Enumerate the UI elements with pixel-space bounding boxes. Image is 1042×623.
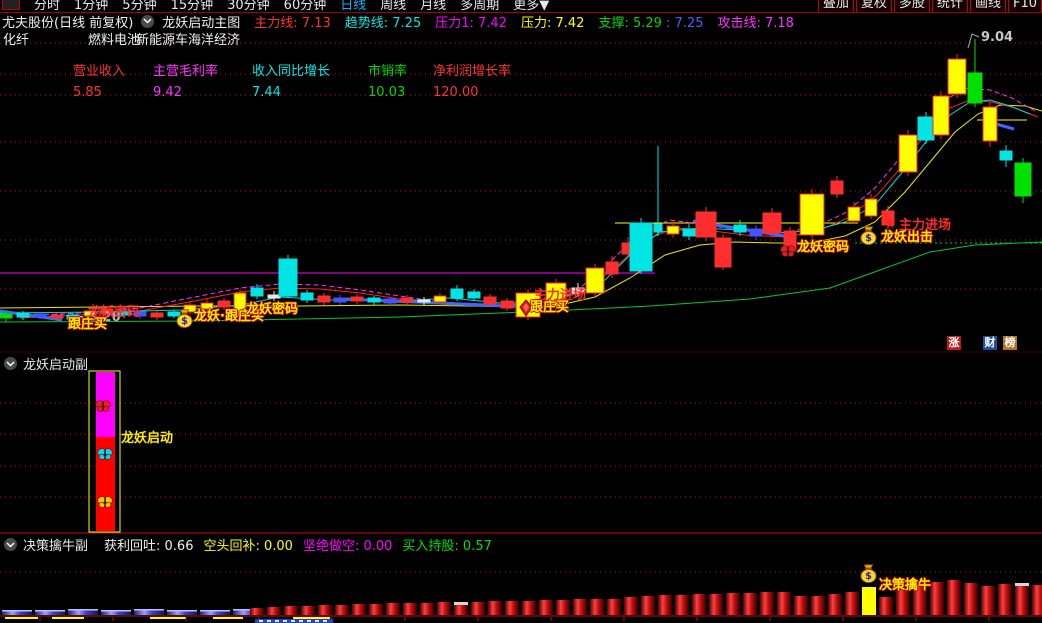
money-bag-icon: $ (860, 564, 877, 586)
metric-value: 10.03 (368, 85, 406, 100)
date-strip-text (267, 620, 271, 622)
toolbar-button-复权[interactable]: 复权 (855, 0, 892, 12)
star-icon: ★ (884, 216, 897, 232)
metric-label: 净利润增长率 (433, 64, 512, 79)
money-bag-icon: $ (860, 226, 877, 248)
financial-metric-收入同比增长: 收入同比增长 7.44 (252, 60, 330, 100)
metric-value: 120.00 (433, 85, 479, 100)
svg-text:$: $ (865, 233, 872, 244)
toolbar-button-F10[interactable]: F10 (1007, 0, 1042, 12)
panel3-stat-空头回补: 空头回补: 0.00 (203, 539, 293, 554)
sector-tag-化纤[interactable]: 化纤 (3, 29, 29, 48)
metric-value: 7.44 (252, 85, 281, 100)
yellow-mark (150, 617, 186, 619)
svg-text:$: $ (865, 571, 872, 582)
sector-tag-新能源车[interactable]: 新能源车 (136, 29, 188, 48)
date-strip-text (291, 620, 295, 622)
financial-metric-主营毛利率: 主营毛利率 9.42 (153, 60, 218, 100)
panel3-stat-坚绝做空: 坚绝做空: 0.00 (302, 539, 393, 554)
indicator-value-趋势线: 趋势线: 7.25 (344, 15, 422, 31)
panel2-title: 龙妖启动副 (23, 358, 89, 373)
date-strip-text (299, 620, 303, 622)
metric-label: 收入同比增长 (252, 64, 331, 79)
trading-app-window: 分时 1分钟 5分钟 15分钟 30分钟 60分钟 日线 周线 月线 多周期 更多▼ 叠加 复权 多股统… (0, 0, 1042, 623)
date-strip-text (259, 620, 263, 622)
sector-tag-燃料电池[interactable]: 燃料电池 (88, 29, 140, 48)
toolbar-button-叠加[interactable]: 叠加 (817, 0, 854, 12)
yellow-mark (52, 617, 84, 619)
financial-metric-净利润增长率: 净利润增长率 120.00 (433, 60, 511, 100)
panel2-header: 龙妖启动副 (4, 354, 88, 373)
yellow-mark (5, 617, 38, 619)
date-strip-text (323, 620, 327, 622)
chevron-down-icon[interactable] (141, 14, 155, 28)
panel3-stat-获利回吐: 获利回吐: 0.66 (104, 539, 194, 554)
metric-value: 5.85 (73, 85, 102, 100)
quick-link-榜[interactable]: 榜 (1003, 336, 1017, 350)
app-grid-icon[interactable] (2, 0, 20, 10)
date-strip-text (275, 620, 279, 622)
panel3-header: 决策擒牛副 获利回吐: 0.66 空头回补: 0.00 坚绝做空: 0.00 买入持股… (4, 535, 492, 554)
date-strip-text (307, 620, 311, 622)
financial-metric-市销率: 市销率 10.03 (368, 60, 407, 100)
chart-annotation: 龙妖密码 (246, 302, 299, 317)
metric-label: 主营毛利率 (153, 64, 219, 79)
metric-value: 9.42 (153, 85, 182, 100)
panel2-chart-area[interactable] (0, 371, 1042, 531)
chevron-down-icon[interactable] (4, 538, 17, 551)
indicator-value-压力1: 压力1: 7.42 (435, 15, 507, 31)
panel2-signal-label: 龙妖启动 (121, 431, 174, 446)
quick-link-财[interactable]: 财 (983, 336, 997, 350)
indicator-value-支撑: 支撑: 5.29 : 7.25 (598, 15, 704, 31)
indicator-value-压力: 压力: 7.42 (520, 15, 585, 31)
toolbar-button-统计[interactable]: 统计 (931, 0, 968, 12)
date-strip-text (315, 620, 319, 622)
butterfly-icon (780, 245, 796, 257)
yellow-mark (213, 617, 243, 619)
indicator-value-主力线: 主力线: 7.13 (254, 15, 331, 31)
chart-annotation: 决策擒牛 (879, 578, 932, 593)
date-strip[interactable] (255, 619, 333, 623)
sector-tag-海洋经济[interactable]: 海洋经济 (188, 29, 240, 48)
chevron-down-icon[interactable] (4, 357, 17, 370)
stock-title: 尤夫股份(日线 前复权) (2, 15, 134, 31)
chart-annotation: 9.04 (981, 30, 1014, 45)
yellow-mark (293, 617, 330, 619)
chart-annotation: 跟庄买 (530, 300, 570, 315)
quick-link-涨[interactable]: 涨 (947, 336, 961, 350)
financial-metric-营业收入: 营业收入 5.85 (73, 60, 125, 100)
indicator-name: 龙妖启动主图 (162, 15, 241, 31)
chart-annotation: 主力进场 (899, 218, 952, 233)
chart-annotation: 龙妖密码 (797, 240, 850, 255)
indicator-value-攻击线: 攻击线: 7.18 (717, 15, 794, 31)
metric-label: 营业收入 (73, 64, 126, 79)
panel3-stat-买入持股: 买入持股: 0.57 (402, 539, 492, 554)
panel3-title: 决策擒牛副 (23, 539, 89, 554)
metric-label: 市销率 (368, 64, 408, 79)
butterfly-icon (779, 243, 797, 261)
money-bag-icon: $ (176, 309, 193, 331)
date-strip-text (283, 620, 287, 622)
sector-bar: 化纤 燃料电池 新能源车 海洋经济 (0, 29, 1042, 48)
title-bar: 尤夫股份(日线 前复权) 龙妖启动主图 主力线: 7.13 趋势线: 7.25 压力… (0, 13, 1042, 31)
toolbar-button-多股[interactable]: 多股 (893, 0, 930, 12)
toolbar-button-画线[interactable]: 画线 (969, 0, 1006, 12)
svg-text:$: $ (181, 316, 188, 327)
chart-annotation: 跟庄买 (68, 317, 108, 332)
